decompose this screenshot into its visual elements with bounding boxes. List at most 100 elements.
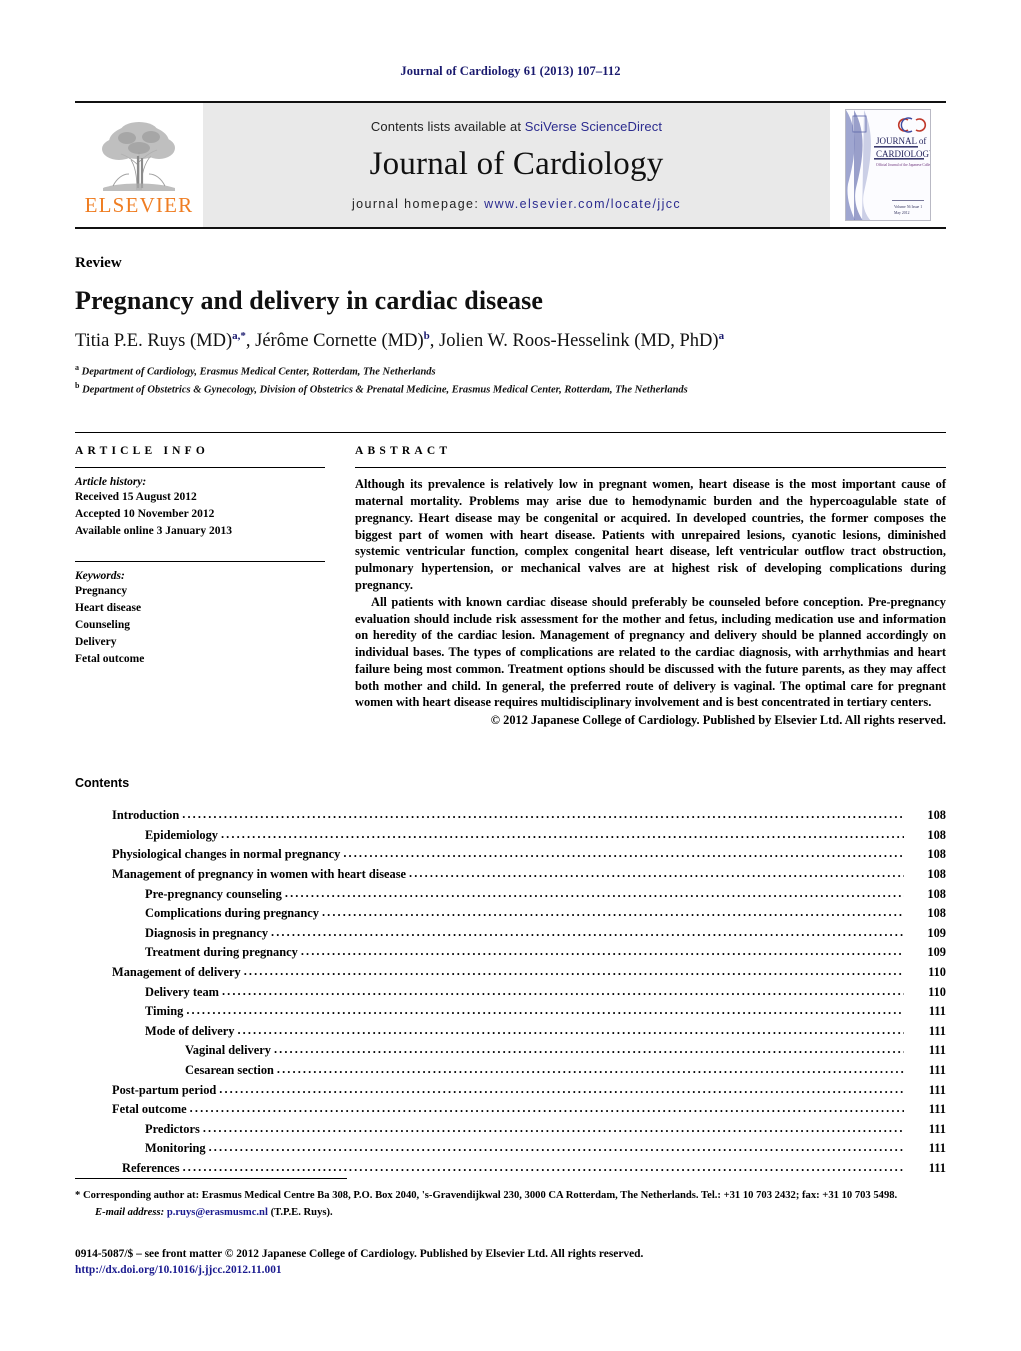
toc-entry[interactable]: References..............................… bbox=[122, 1159, 946, 1179]
publisher-logo: ELSEVIER bbox=[75, 103, 203, 227]
toc-entry-page: 108 bbox=[927, 847, 946, 862]
divider bbox=[355, 467, 946, 469]
toc-leader-dots: ........................................… bbox=[237, 1022, 904, 1037]
keywords-heading: Keywords: bbox=[75, 570, 125, 583]
toc-entry-label: References bbox=[122, 1160, 180, 1175]
toc-entry[interactable]: Diagnosis in pregnancy..................… bbox=[145, 924, 946, 944]
toc-entry-label: Mode of delivery bbox=[145, 1023, 235, 1038]
article-info-label: ARTICLE INFO bbox=[75, 445, 210, 458]
abstract-paragraph: Although its prevalence is relatively lo… bbox=[355, 477, 946, 592]
toc-entry-page: 109 bbox=[927, 945, 946, 960]
keyword-item: Fetal outcome bbox=[75, 652, 145, 665]
toc-entry-label: Post-partum period bbox=[112, 1082, 217, 1097]
toc-entry[interactable]: Physiological changes in normal pregnanc… bbox=[112, 845, 946, 865]
affiliation-list: a Department of Cardiology, Erasmus Medi… bbox=[75, 362, 946, 398]
email-suffix: (T.P.E. Ruys). bbox=[270, 1206, 333, 1218]
toc-leader-dots: ........................................… bbox=[284, 885, 904, 900]
abstract-label: ABSTRACT bbox=[355, 445, 452, 458]
author-mark: b bbox=[423, 330, 430, 342]
toc-entry-label: Management of pregnancy in women with he… bbox=[112, 867, 407, 882]
toc-leader-dots: ........................................… bbox=[186, 1003, 904, 1018]
toc-entry[interactable]: Monitoring..............................… bbox=[145, 1139, 946, 1159]
toc-entry[interactable]: Predictors..............................… bbox=[145, 1120, 946, 1140]
toc-entry[interactable]: Cesarean section........................… bbox=[185, 1061, 946, 1081]
toc-entry[interactable]: Complications during pregnancy..........… bbox=[145, 904, 946, 924]
cover-image: JOURNAL of CARDIOLOGY Official Journal o… bbox=[845, 109, 931, 221]
toc-entry-page: 108 bbox=[927, 886, 946, 901]
toc-entry-label: Introduction bbox=[112, 808, 180, 823]
author-entry: Jérôme Cornette (MD)b bbox=[255, 330, 430, 351]
journal-masthead: ELSEVIER Contents lists available at Sci… bbox=[75, 101, 946, 229]
toc-entry-page: 110 bbox=[928, 984, 946, 999]
keyword-item: Pregnancy bbox=[75, 585, 128, 598]
toc-entry-label: Physiological changes in normal pregnanc… bbox=[112, 847, 341, 862]
footnotes-section: * Corresponding author at: Erasmus Medic… bbox=[75, 1177, 946, 1279]
toc-entry[interactable]: Treatment during pregnancy..............… bbox=[145, 943, 946, 963]
toc-entry-page: 111 bbox=[928, 1082, 946, 1097]
sciencedirect-link[interactable]: SciVerse ScienceDirect bbox=[525, 119, 662, 134]
toc-entry[interactable]: Mode of delivery........................… bbox=[145, 1022, 946, 1042]
svg-text:JOURNAL of: JOURNAL of bbox=[876, 136, 926, 146]
divider bbox=[75, 467, 325, 469]
toc-entry[interactable]: Management of pregnancy in women with he… bbox=[112, 865, 946, 885]
keyword-item: Heart disease bbox=[75, 602, 142, 615]
toc-entry-page: 108 bbox=[927, 867, 946, 882]
toc-leader-dots: ........................................… bbox=[273, 1042, 904, 1057]
author-list: Titia P.E. Ruys (MD)a,*, Jérôme Cornette… bbox=[75, 330, 725, 352]
article-history-item: Received 15 August 2012 bbox=[75, 491, 197, 504]
toc-leader-dots: ........................................… bbox=[182, 807, 904, 822]
toc-entry-label: Monitoring bbox=[145, 1141, 206, 1156]
toc-entry-label: Pre-pregnancy counseling bbox=[145, 886, 282, 901]
toc-leader-dots: ........................................… bbox=[409, 866, 904, 881]
toc-entry[interactable]: Fetal outcome...........................… bbox=[112, 1100, 946, 1120]
table-of-contents: Contents Introduction...................… bbox=[75, 776, 946, 1178]
toc-entry-page: 111 bbox=[928, 1160, 946, 1175]
article-info-column: ARTICLE INFO Article history: Received 1… bbox=[75, 445, 325, 728]
email-link[interactable]: p.ruys@erasmusmc.nl bbox=[167, 1207, 268, 1218]
toc-entry[interactable]: Pre-pregnancy counseling................… bbox=[145, 885, 946, 905]
toc-entry[interactable]: Vaginal delivery........................… bbox=[185, 1041, 946, 1061]
toc-entry[interactable]: Introduction............................… bbox=[112, 806, 946, 826]
toc-entry-page: 111 bbox=[928, 1023, 946, 1038]
toc-entry[interactable]: Delivery team...........................… bbox=[145, 983, 946, 1003]
toc-leader-dots: ........................................… bbox=[343, 846, 904, 861]
toc-entry[interactable]: Post-partum period......................… bbox=[112, 1081, 946, 1101]
journal-homepage-line: journal homepage: www.elsevier.com/locat… bbox=[352, 197, 681, 211]
toc-leader-dots: ........................................… bbox=[182, 1159, 904, 1174]
toc-leader-dots: ........................................… bbox=[321, 905, 904, 920]
affiliation-item: a Department of Cardiology, Erasmus Medi… bbox=[75, 362, 946, 380]
corresponding-author-note: * Corresponding author at: Erasmus Medic… bbox=[75, 1189, 898, 1201]
toc-entry-page: 111 bbox=[928, 1102, 946, 1117]
toc-entry-label: Predictors bbox=[145, 1121, 200, 1136]
toc-entry[interactable]: Epidemiology............................… bbox=[145, 826, 946, 846]
keyword-item: Delivery bbox=[75, 635, 117, 648]
toc-leader-dots: ........................................… bbox=[243, 964, 904, 979]
toc-leader-dots: ........................................… bbox=[276, 1062, 904, 1076]
toc-entry-label: Epidemiology bbox=[145, 827, 218, 842]
svg-text:May 2012: May 2012 bbox=[894, 211, 910, 215]
author-name: Jolien W. Roos-Hesselink (MD, PhD) bbox=[439, 331, 719, 352]
doi-link[interactable]: http://dx.doi.org/10.1016/j.jjcc.2012.11… bbox=[75, 1264, 282, 1276]
toc-entry-page: 111 bbox=[928, 1141, 946, 1156]
affiliation-mark: a bbox=[75, 363, 79, 373]
toc-leader-dots: ........................................… bbox=[202, 1120, 904, 1135]
article-header: Review Pregnancy and delivery in cardiac… bbox=[75, 255, 946, 398]
keyword-item: Counseling bbox=[75, 619, 130, 632]
svg-text:CARDIOLOGY: CARDIOLOGY bbox=[876, 149, 931, 159]
toc-entry[interactable]: Timing..................................… bbox=[145, 1002, 946, 1022]
contents-heading: Contents bbox=[75, 776, 130, 791]
imprint-block: 0914-5087/$ – see front matter © 2012 Ja… bbox=[75, 1246, 946, 1279]
toc-entry-page: 110 bbox=[928, 965, 946, 980]
svg-text:Volume 56 Issue 1: Volume 56 Issue 1 bbox=[894, 205, 922, 209]
journal-cover-thumbnail[interactable]: JOURNAL of CARDIOLOGY Official Journal o… bbox=[830, 103, 946, 227]
toc-entry-page: 108 bbox=[927, 827, 946, 842]
article-first-page: Journal of Cardiology 61 (2013) 107–112 bbox=[0, 0, 1021, 1351]
author-name: Titia P.E. Ruys (MD) bbox=[75, 331, 233, 352]
masthead-center: Contents lists available at SciVerse Sci… bbox=[203, 103, 830, 227]
toc-leader-dots: ........................................… bbox=[208, 1140, 904, 1155]
journal-homepage-prefix: journal homepage: bbox=[351, 197, 485, 211]
toc-entry[interactable]: Management of delivery..................… bbox=[112, 963, 946, 983]
imprint-line: 0914-5087/$ – see front matter © 2012 Ja… bbox=[75, 1247, 644, 1260]
journal-homepage-link[interactable]: www.elsevier.com/locate/jjcc bbox=[484, 197, 681, 211]
toc-entry-label: Timing bbox=[145, 1004, 184, 1019]
